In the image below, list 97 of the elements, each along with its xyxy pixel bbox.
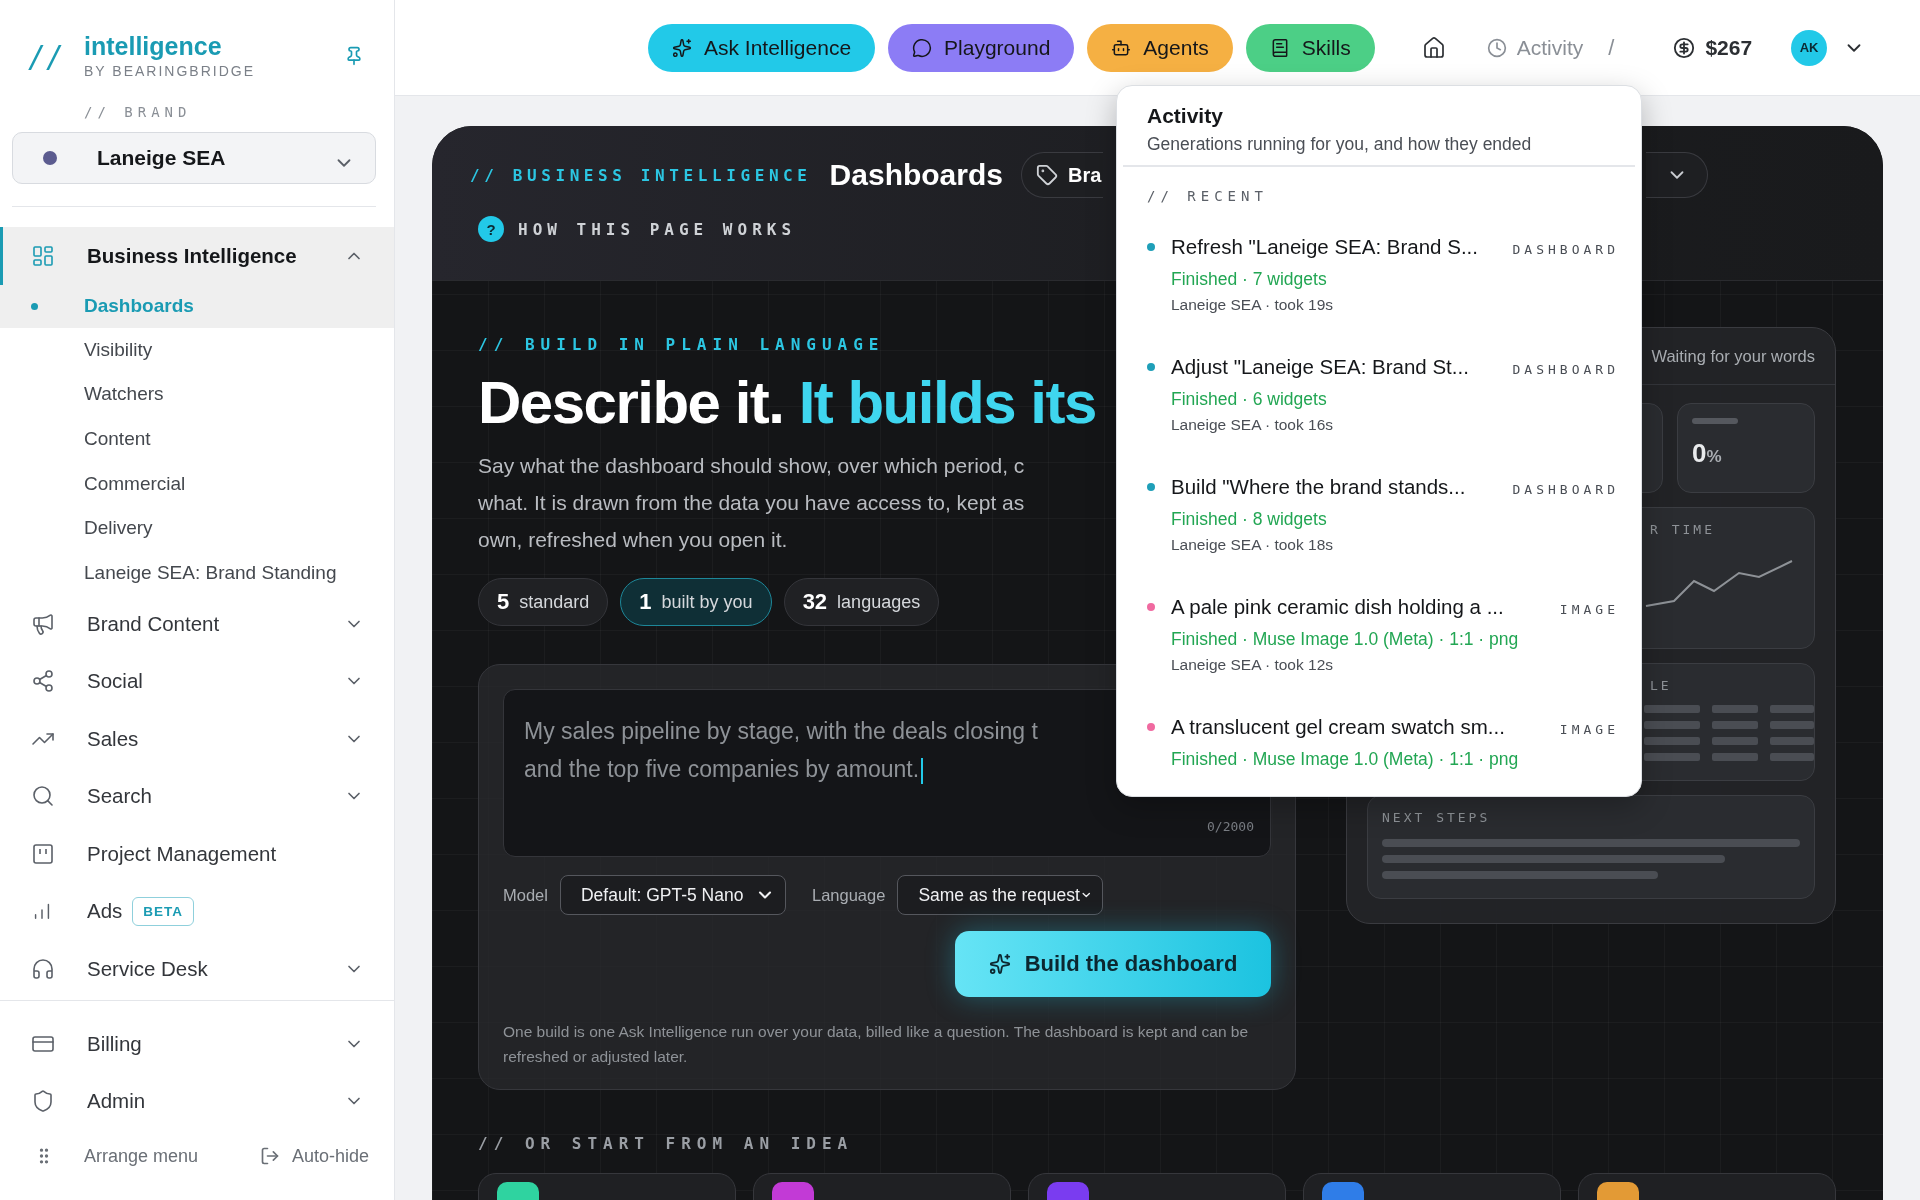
activity-status: Finished · 6 widgets — [1171, 389, 1328, 410]
activity-type: DASHBOARD — [1512, 362, 1619, 377]
logo-byline: BY BEARINGBRIDGE — [84, 62, 256, 79]
nav-item[interactable]: Sales — [0, 710, 394, 768]
chat-bubble-icon — [912, 37, 933, 58]
nav-pill-button[interactable]: Playground — [888, 23, 1075, 72]
nav-subitem[interactable]: Watchers — [0, 372, 394, 417]
activity-meta: Laneige SEA · took 12s — [1171, 656, 1334, 674]
nav-subitem[interactable]: Laneige SEA: Brand Standing — [0, 550, 394, 596]
card-label: NEXT STEPS — [1382, 810, 1491, 825]
character-counter: 0/2000 — [1207, 818, 1254, 836]
language-select[interactable]: Same as the request — [897, 875, 1104, 915]
sparkle-icon — [672, 37, 692, 58]
nav-item[interactable]: Search — [0, 767, 394, 826]
nav-item[interactable]: Admin — [0, 1072, 394, 1130]
nav-item[interactable]: Social — [0, 652, 394, 711]
auto-hide-link[interactable]: Auto-hide — [259, 1145, 369, 1167]
activity-item[interactable]: Refresh "Laneige SEA: Brand S... DASHBOARD Finished · 7 widgets Laneige SEA · took 19s — [1123, 223, 1635, 343]
activity-title: Adjust "Laneige SEA: Brand St... — [1171, 355, 1469, 379]
activity-status: Finished · Muse Image 1.0 (Meta) · 1:1 · png — [1171, 629, 1520, 650]
nav-subitem[interactable]: Delivery — [0, 505, 394, 551]
separator-slash: / — [1608, 34, 1615, 61]
nav-item[interactable]: Project Management — [0, 825, 394, 883]
brand-select[interactable]: Laneige SEA — [12, 132, 376, 184]
popover-subtitle: Generations running for you, and how they ended — [1147, 134, 1533, 155]
intro-text-line: Say what the dashboard should show, over which period, c — [478, 453, 1025, 479]
preview-status: Waiting for your words — [1651, 346, 1815, 366]
logo-mark: // — [28, 38, 66, 74]
activity-type: IMAGE — [1559, 602, 1619, 617]
model-select[interactable]: Default: GPT-5 Nano — [559, 875, 786, 915]
intro-text-line: what. It is drawn from the data you have access to, kept as — [478, 490, 1025, 516]
activity-title: Refresh "Laneige SEA: Brand S... — [1171, 235, 1478, 259]
brand-tag-button[interactable]: Bra — [1021, 152, 1104, 198]
build-button[interactable]: Build the dashboard — [955, 931, 1271, 997]
arrange-menu-link[interactable]: Arrange menu — [34, 1145, 199, 1167]
nav-item[interactable]: Billing — [0, 1015, 394, 1073]
logo-name: intelligence — [84, 33, 223, 59]
beta-badge: BETA — [132, 896, 195, 926]
activity-type: IMAGE — [1559, 722, 1619, 737]
activity-meta: Laneige SEA · took 18s — [1171, 536, 1334, 554]
credits-button[interactable]: $267 — [1673, 35, 1753, 60]
nav-pill-button[interactable]: Agents — [1087, 23, 1233, 72]
nav-subitem[interactable]: Commercial — [0, 461, 394, 506]
activity-title: A pale pink ceramic dish holding a ... — [1171, 595, 1504, 619]
account-button[interactable]: AK — [1791, 29, 1866, 66]
sparkle-icon — [988, 953, 1011, 975]
shield-icon — [31, 1089, 55, 1114]
section-eyebrow: // BUILD IN PLAIN LANGUAGE — [478, 335, 885, 354]
section-label: // RECENT — [1147, 188, 1268, 204]
home-icon — [1421, 35, 1446, 60]
model-label: Model — [503, 885, 548, 905]
page-eyebrow: // BUSINESS INTELLIGENCE — [470, 165, 812, 185]
activity-type: DASHBOARD — [1512, 242, 1619, 257]
nav-item[interactable]: Brand Content — [0, 595, 394, 653]
card-label: R TIME — [1650, 522, 1715, 537]
dashboard-grid-icon — [31, 243, 55, 268]
share-icon — [31, 669, 55, 694]
nav-item[interactable]: Business Intelligence — [0, 227, 394, 285]
section-label: // BRAND — [84, 104, 192, 120]
activity-status: Finished · 8 widgets — [1171, 509, 1328, 530]
activity-status: Finished · 7 widgets — [1171, 269, 1328, 290]
nav-item[interactable]: Ads BETA — [0, 882, 394, 941]
home-button[interactable] — [1421, 35, 1446, 60]
nav-pill-button[interactable]: Skills — [1245, 23, 1375, 72]
stat-value: 0% — [1692, 438, 1723, 469]
board-icon — [31, 841, 55, 866]
stat-chip[interactable]: 32 languages — [783, 578, 940, 626]
nav-pill-button[interactable]: Ask Intelligence — [648, 23, 876, 72]
intro-text-line: own, refreshed when you open it. — [478, 527, 788, 553]
active-dot-icon — [31, 302, 38, 310]
popover-title: Activity — [1147, 104, 1224, 128]
activity-item[interactable]: Build "Where the brand stands... DASHBOARD Finished · 8 widgets Laneige SEA · took 18s — [1123, 463, 1635, 583]
dollar-icon — [1673, 36, 1696, 59]
activity-meta: Laneige SEA · took 16s — [1171, 416, 1334, 434]
footnote: One build is one Ask Intelligence run over your data, billed like a question. The dashboard is kept and can be refreshed or adjusted later. — [503, 1022, 1250, 1067]
megaphone-icon — [31, 611, 55, 636]
headline: Describe it. It builds its — [478, 368, 1096, 437]
card-label: LE — [1650, 678, 1672, 693]
headphones-icon — [31, 956, 55, 981]
language-label: Language — [811, 885, 886, 905]
search-icon — [31, 784, 55, 809]
tag-icon — [1036, 164, 1058, 186]
page-title: Dashboards — [829, 158, 1003, 192]
nav-subitem[interactable]: Visibility — [0, 327, 394, 373]
clock-icon — [1486, 37, 1507, 58]
stat-chip[interactable]: 1 built by you — [620, 578, 772, 626]
activity-title: Build "Where the brand stands... — [1171, 475, 1466, 499]
activity-item[interactable]: Adjust "Laneige SEA: Brand St... DASHBOARD Finished · 6 widgets Laneige SEA · took 16s — [1123, 343, 1635, 463]
section-eyebrow: // OR START FROM AN IDEA — [478, 1134, 854, 1153]
nav-item[interactable]: Service Desk — [0, 940, 394, 998]
help-link[interactable]: ? HOW THIS PAGE WORKS — [470, 216, 797, 242]
activity-type: DASHBOARD — [1512, 482, 1619, 497]
stat-chip[interactable]: 5 standard — [478, 578, 609, 626]
activity-meta: Laneige SEA · took 19s — [1171, 296, 1334, 314]
placeholder-bar — [1692, 418, 1738, 424]
pin-icon[interactable] — [344, 46, 364, 66]
nav-subitem[interactable]: Content — [0, 416, 394, 462]
